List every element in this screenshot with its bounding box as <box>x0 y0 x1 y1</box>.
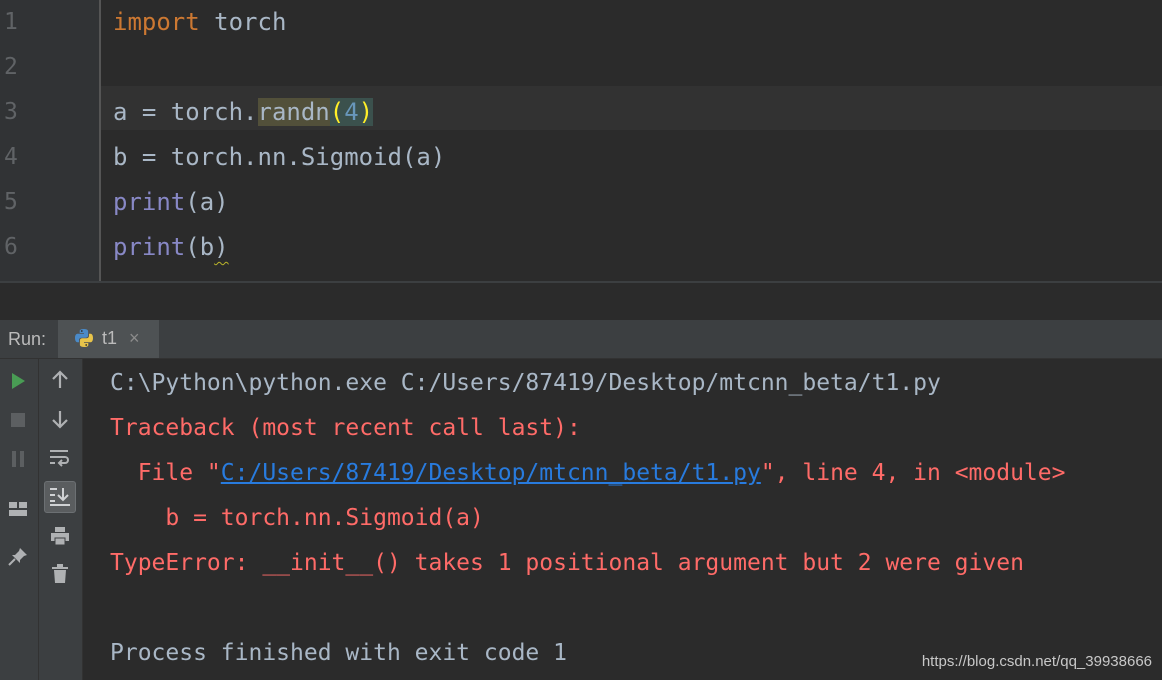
line-number: 2 <box>4 54 18 80</box>
code-editor[interactable]: 1 2 3 4 5 6 import torch a = torch.randn… <box>0 0 1162 283</box>
editor-spacer <box>0 283 1162 320</box>
close-icon[interactable]: × <box>129 328 140 349</box>
tab-label: t1 <box>102 328 118 348</box>
sigmoid-line: b = torch.nn.Sigmoid(a) <box>113 143 446 171</box>
file-link[interactable]: C:/Users/87419/Desktop/mtcnn_beta/t1.py <box>221 460 761 486</box>
run-icon[interactable] <box>3 366 33 396</box>
stop-icon[interactable] <box>3 405 33 435</box>
run-tool-window-header: Run: t1 × <box>0 320 1162 359</box>
pause-icon[interactable] <box>3 444 33 474</box>
line-number: 3 <box>4 99 18 125</box>
module-name: torch <box>199 8 287 36</box>
code-line-3[interactable]: a = torch.randn(4) <box>113 90 374 135</box>
line-number: 4 <box>4 144 18 170</box>
file-prefix: File " <box>110 460 221 486</box>
python-icon <box>74 328 94 353</box>
layout-icon[interactable] <box>3 494 33 524</box>
up-arrow-icon[interactable] <box>45 365 75 395</box>
code-line-5[interactable]: print(a) <box>113 180 229 225</box>
line-number-gutter: 1 2 3 4 5 6 <box>0 0 99 281</box>
code-line-6[interactable]: print(b) <box>113 225 229 270</box>
keyword-import: import <box>113 8 200 36</box>
print-icon[interactable] <box>45 521 75 551</box>
close-paren: ) <box>358 98 374 126</box>
run-console-output[interactable]: C:\Python\python.exe C:/Users/87419/Desk… <box>83 359 1162 680</box>
console-traceback-file-line: File "C:/Users/87419/Desktop/mtcnn_beta/… <box>110 451 1066 496</box>
console-actions-toolbar <box>39 359 83 680</box>
number-literal: 4 <box>344 98 359 126</box>
file-suffix: ", line 4, in <module> <box>760 460 1066 486</box>
console-exit-message: Process finished with exit code 1 <box>110 640 567 666</box>
line-number: 5 <box>4 189 18 215</box>
down-arrow-icon[interactable] <box>45 404 75 434</box>
soft-wrap-icon[interactable] <box>45 443 75 473</box>
code-line-4[interactable]: b = torch.nn.Sigmoid(a) <box>113 135 445 180</box>
console-traceback-code: b = torch.nn.Sigmoid(a) <box>110 505 484 531</box>
gutter-divider <box>99 0 101 281</box>
run-label: Run: <box>8 329 47 349</box>
line-number: 1 <box>4 9 18 35</box>
run-tab-t1[interactable]: t1 × <box>58 320 159 358</box>
builtin-print: print <box>113 233 186 261</box>
assign-prefix: a = torch. <box>113 98 258 126</box>
open-paren: ( <box>329 98 345 126</box>
print-args: (a) <box>185 188 229 216</box>
print-args: (b <box>185 233 215 261</box>
code-line-1[interactable]: import torch <box>113 0 286 45</box>
console-command-line: C:\Python\python.exe C:/Users/87419/Desk… <box>110 370 941 396</box>
builtin-print: print <box>113 188 186 216</box>
console-error-message: TypeError: __init__() takes 1 positional… <box>110 550 1024 576</box>
randn-call: randn <box>257 98 330 126</box>
line-number: 6 <box>4 234 18 260</box>
run-controls-toolbar <box>0 359 39 680</box>
pin-icon[interactable] <box>3 542 33 572</box>
scroll-to-end-icon[interactable] <box>44 481 76 513</box>
watermark-text: https://blog.csdn.net/qq_39938666 <box>921 653 1152 670</box>
warning-squiggle: ) <box>214 233 229 261</box>
trash-icon[interactable] <box>45 559 75 589</box>
console-traceback-header: Traceback (most recent call last): <box>110 415 581 441</box>
